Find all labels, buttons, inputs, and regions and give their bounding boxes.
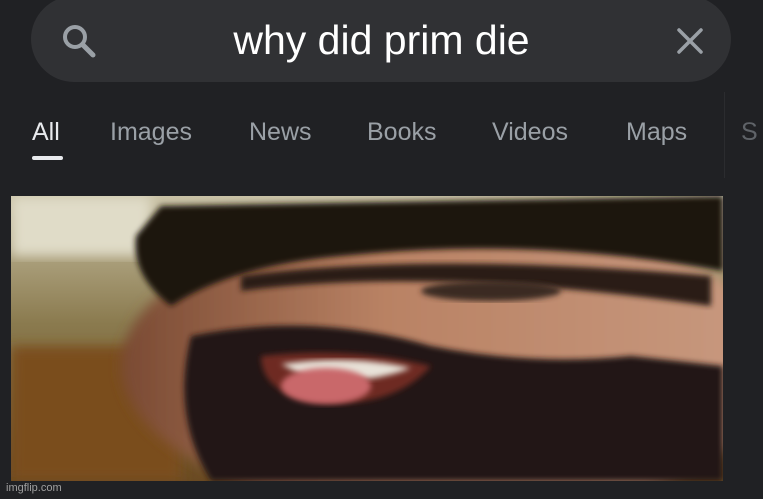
divider <box>0 178 763 196</box>
active-tab-indicator <box>32 156 63 160</box>
tab-books[interactable]: Books <box>367 118 436 147</box>
search-header: why did prim die <box>0 0 763 92</box>
tabs-overflow-fade: S <box>724 92 763 178</box>
search-tabs: All Images News Books Videos Maps S <box>0 92 763 178</box>
tab-shopping-partial[interactable]: S <box>741 118 758 147</box>
tab-videos[interactable]: Videos <box>492 118 568 147</box>
close-icon[interactable] <box>675 26 705 56</box>
tab-maps[interactable]: Maps <box>626 118 687 147</box>
tab-images[interactable]: Images <box>110 118 192 147</box>
watermark: imgflip.com <box>6 482 62 494</box>
tab-all[interactable]: All <box>32 118 60 147</box>
search-input[interactable]: why did prim die <box>0 14 763 66</box>
tab-news[interactable]: News <box>249 118 312 147</box>
result-photo[interactable] <box>11 196 723 481</box>
